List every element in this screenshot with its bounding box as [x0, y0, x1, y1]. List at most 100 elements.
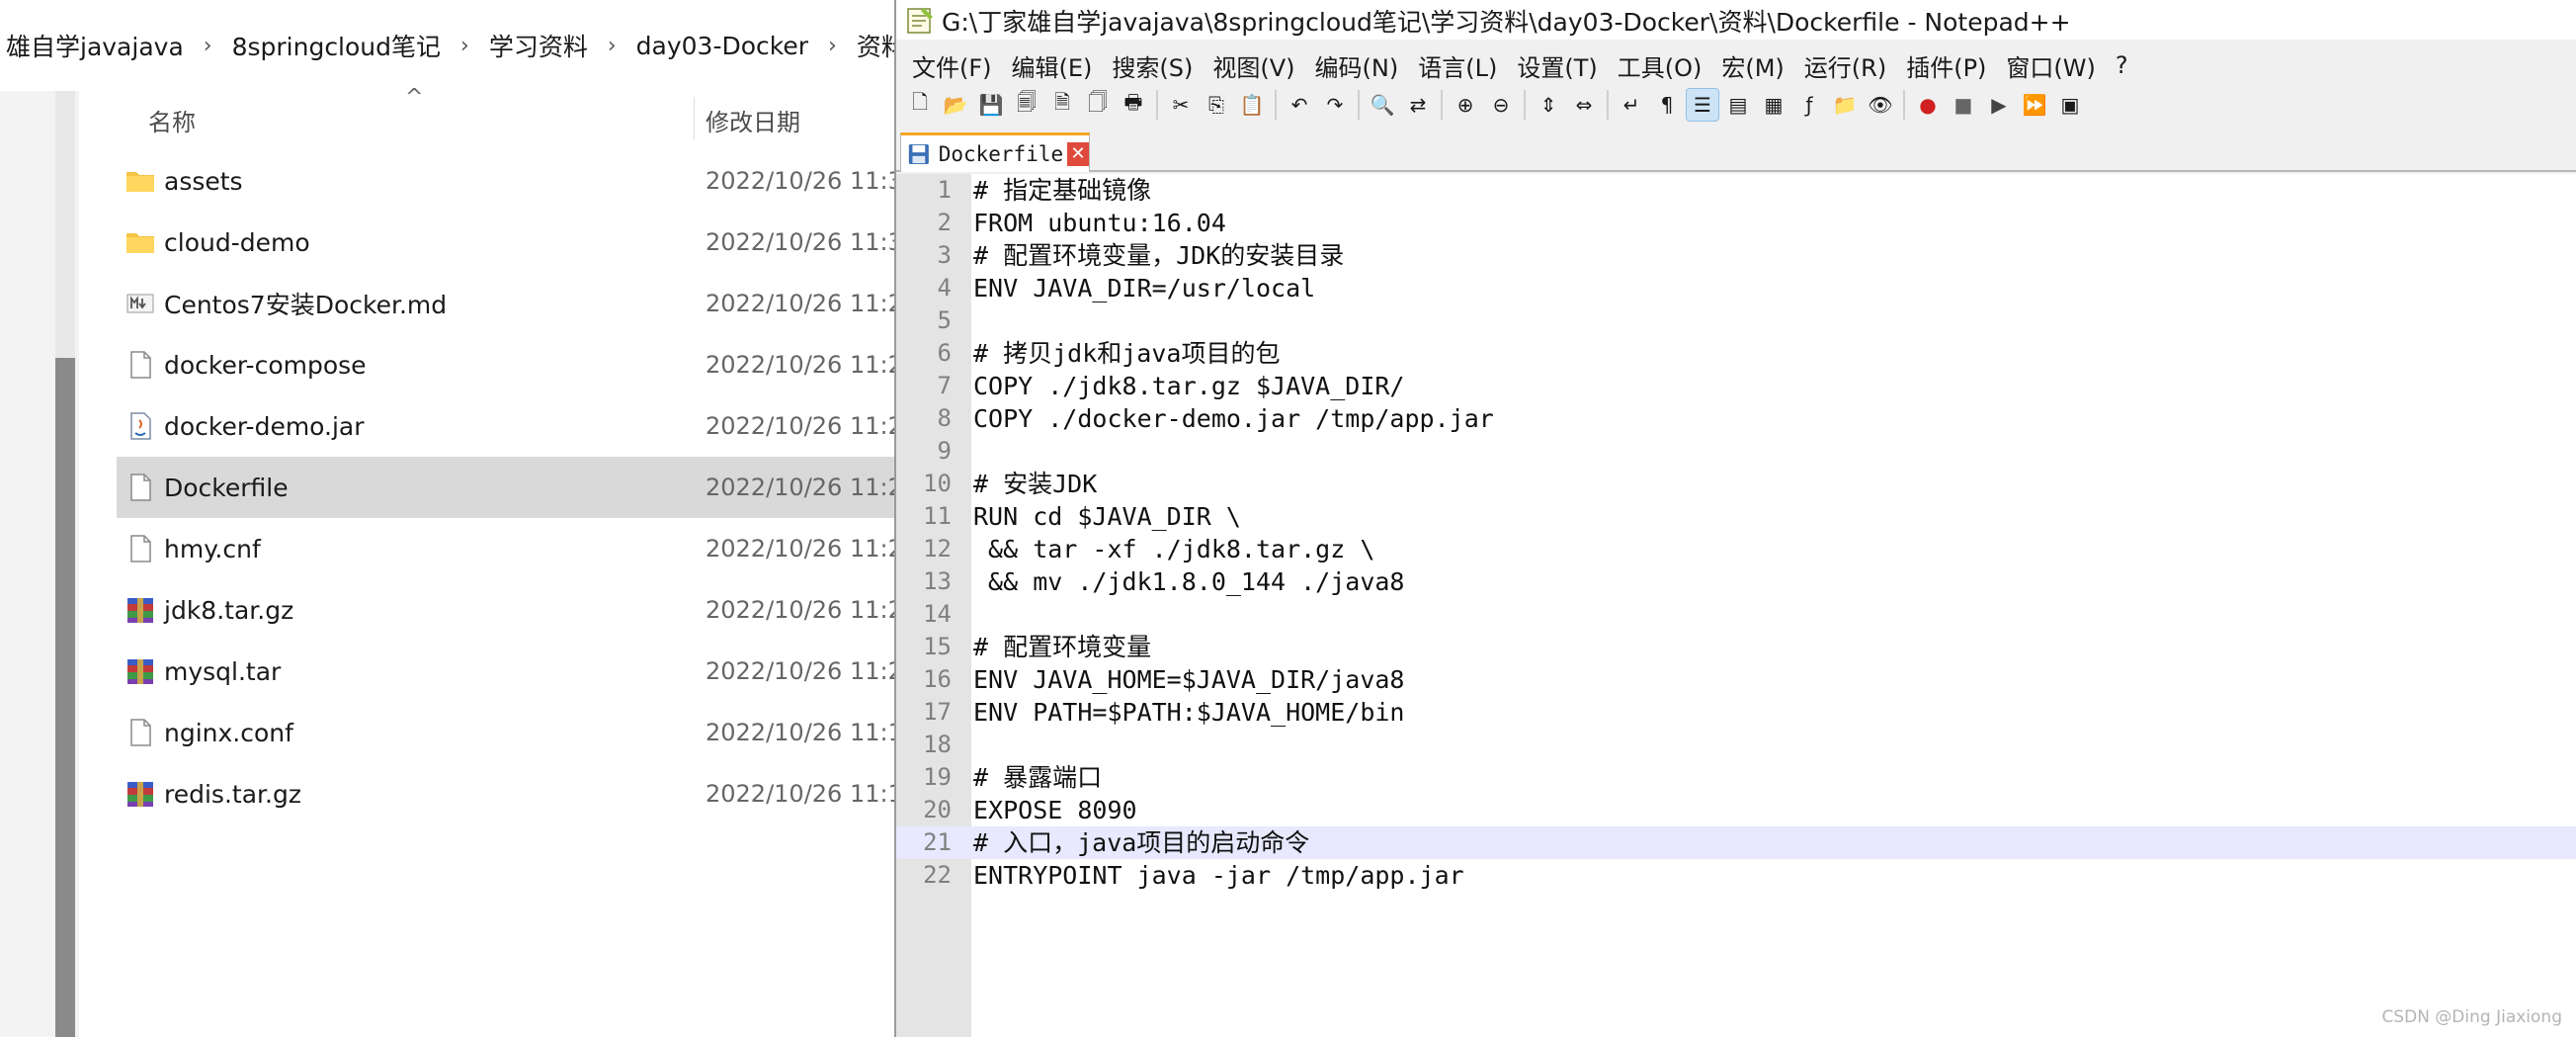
- user-language-icon[interactable]: ▤: [1722, 89, 1754, 121]
- save-icon[interactable]: 💾: [975, 89, 1007, 121]
- code-line[interactable]: 16 ENV JAVA_HOME=$JAVA_DIR/java8: [896, 663, 2576, 696]
- column-header-modified[interactable]: 修改日期: [706, 103, 800, 137]
- file-row[interactable]: redis.tar.gz 2022/10/26 11:1: [117, 763, 894, 824]
- code-line[interactable]: 19 # 暴露端口: [896, 761, 2576, 794]
- menu-item[interactable]: 运行(R): [1796, 48, 1898, 83]
- menu-item[interactable]: 语言(L): [1410, 48, 1509, 83]
- column-header-name[interactable]: 名称: [148, 103, 196, 137]
- chevron-right-icon[interactable]: ›: [190, 34, 226, 58]
- menu-item[interactable]: 视图(V): [1205, 48, 1306, 83]
- code-line[interactable]: 3 # 配置环境变量，JDK的安装目录: [896, 239, 2576, 272]
- file-row[interactable]: Centos7安装Docker.md 2022/10/26 11:2: [117, 273, 894, 334]
- code-editor[interactable]: 1 # 指定基础镜像 2 FROM ubuntu:16.04 3 # 配置环境变量，JDK…: [896, 174, 2576, 1037]
- sync-horizontal-icon[interactable]: ⇔: [1568, 89, 1600, 121]
- indent-guide-icon[interactable]: ☰: [1686, 88, 1719, 122]
- line-number: 11: [923, 502, 952, 530]
- code-line[interactable]: 22 ENTRYPOINT java -jar /tmp/app.jar: [896, 859, 2576, 892]
- code-line[interactable]: 6 # 拷贝jdk和java项目的包: [896, 337, 2576, 370]
- tab-dockerfile[interactable]: Dockerfile ✕: [900, 132, 1090, 172]
- stop-macro-icon[interactable]: ■: [1948, 89, 1979, 121]
- column-divider[interactable]: [694, 97, 695, 140]
- play-macro-icon[interactable]: ▶: [1983, 89, 2015, 121]
- code-line[interactable]: 15 # 配置环境变量: [896, 631, 2576, 663]
- close-tab-icon[interactable]: ✕: [1067, 141, 1089, 166]
- menu-item[interactable]: ?: [2108, 51, 2140, 79]
- file-row[interactable]: cloud-demo 2022/10/26 11:3: [117, 212, 894, 273]
- record-macro-icon[interactable]: ●: [1912, 89, 1944, 121]
- menu-item[interactable]: 编码(N): [1307, 48, 1411, 83]
- code-line[interactable]: 18: [896, 729, 2576, 761]
- file-row[interactable]: nginx.conf 2022/10/26 11:1: [117, 702, 894, 763]
- sync-vertical-icon[interactable]: ⇕: [1533, 89, 1564, 121]
- menu-item[interactable]: 编辑(E): [1004, 48, 1105, 83]
- save-all-icon[interactable]: 🗐: [1011, 89, 1042, 121]
- redo-icon[interactable]: ↷: [1319, 89, 1351, 121]
- zoom-in-icon[interactable]: ⊕: [1450, 89, 1481, 121]
- code-line[interactable]: 7 COPY ./jdk8.tar.gz $JAVA_DIR/: [896, 370, 2576, 402]
- run-macro-multiple-icon[interactable]: ⏩: [2019, 89, 2050, 121]
- code-line[interactable]: 17 ENV PATH=$PATH:$JAVA_HOME/bin: [896, 696, 2576, 729]
- code-line-text: # 暴露端口: [973, 763, 1103, 792]
- document-map-icon[interactable]: ▦: [1758, 89, 1789, 121]
- file-row[interactable]: assets 2022/10/26 11:3: [117, 150, 894, 212]
- open-file-icon[interactable]: 📂: [940, 89, 971, 121]
- monitoring-icon[interactable]: 👁: [1865, 89, 1896, 121]
- show-all-characters-icon[interactable]: ¶: [1651, 89, 1683, 121]
- find-icon[interactable]: 🔍: [1367, 89, 1398, 121]
- breadcrumb-item[interactable]: 资料: [851, 28, 894, 63]
- file-row[interactable]: docker-demo.jar 2022/10/26 11:2: [117, 395, 894, 457]
- chevron-right-icon[interactable]: ›: [594, 34, 630, 58]
- code-line[interactable]: 5: [896, 304, 2576, 337]
- code-line[interactable]: 11 RUN cd $JAVA_DIR \: [896, 500, 2576, 533]
- menu-item[interactable]: 设置(T): [1509, 48, 1609, 83]
- breadcrumb-item[interactable]: day03-Docker: [630, 32, 814, 60]
- navigation-scrollbar-thumb[interactable]: [55, 358, 75, 1037]
- breadcrumb-item[interactable]: 学习资料: [483, 28, 594, 63]
- line-number: 12: [923, 535, 952, 562]
- code-line[interactable]: 10 # 安装JDK: [896, 468, 2576, 500]
- code-line[interactable]: 1 # 指定基础镜像: [896, 174, 2576, 207]
- code-line[interactable]: 20 EXPOSE 8090: [896, 794, 2576, 826]
- file-name: assets: [164, 166, 243, 196]
- paste-icon[interactable]: 📋: [1236, 89, 1268, 121]
- file-row[interactable]: Dockerfile 2022/10/26 11:2: [117, 457, 894, 518]
- undo-icon[interactable]: ↶: [1284, 89, 1315, 121]
- function-list-icon[interactable]: ƒ: [1793, 89, 1825, 121]
- code-line[interactable]: 2 FROM ubuntu:16.04: [896, 207, 2576, 239]
- replace-icon[interactable]: ⇄: [1402, 89, 1434, 121]
- menu-item[interactable]: 文件(F): [904, 48, 1004, 83]
- print-icon[interactable]: 🖶: [1118, 89, 1149, 121]
- menu-item[interactable]: 工具(O): [1610, 48, 1714, 83]
- close-file-icon[interactable]: 🗎: [1046, 89, 1078, 121]
- code-line[interactable]: 13 && mv ./jdk1.8.0_144 ./java8: [896, 565, 2576, 598]
- file-row[interactable]: jdk8.tar.gz 2022/10/26 11:2: [117, 579, 894, 641]
- copy-icon[interactable]: ⎘: [1201, 89, 1232, 121]
- cut-icon[interactable]: ✂: [1165, 89, 1197, 121]
- code-line[interactable]: 21 # 入口，java项目的启动命令: [896, 826, 2576, 859]
- file-row[interactable]: hmy.cnf 2022/10/26 11:2: [117, 518, 894, 579]
- code-line[interactable]: 14: [896, 598, 2576, 631]
- code-line[interactable]: 8 COPY ./docker-demo.jar /tmp/app.jar: [896, 402, 2576, 435]
- new-file-icon[interactable]: 🗋: [904, 89, 936, 121]
- file-row[interactable]: mysql.tar 2022/10/26 11:2: [117, 641, 894, 702]
- menu-item[interactable]: 窗口(W): [1998, 48, 2107, 83]
- word-wrap-icon[interactable]: ↵: [1616, 89, 1647, 121]
- close-all-icon[interactable]: 🗍: [1082, 89, 1114, 121]
- code-line[interactable]: 4 ENV JAVA_DIR=/usr/local: [896, 272, 2576, 304]
- folder-as-workspace-icon[interactable]: 📁: [1829, 89, 1861, 121]
- file-row[interactable]: docker-compose 2022/10/26 11:2: [117, 334, 894, 395]
- title-bar[interactable]: G:\丁家雄自学javajava\8springcloud笔记\学习资料\day…: [896, 0, 2576, 40]
- zoom-out-icon[interactable]: ⊖: [1485, 89, 1517, 121]
- code-line[interactable]: 12 && tar -xf ./jdk8.tar.gz \: [896, 533, 2576, 565]
- chevron-right-icon[interactable]: ›: [814, 34, 851, 58]
- menu-item[interactable]: 插件(P): [1898, 48, 1998, 83]
- window-title: G:\丁家雄自学javajava\8springcloud笔记\学习资料\day…: [942, 8, 2071, 37]
- breadcrumb-item[interactable]: 雄自学javajava: [0, 28, 190, 63]
- menu-item[interactable]: 宏(M): [1713, 48, 1795, 83]
- chevron-right-icon[interactable]: ›: [447, 34, 483, 58]
- toolbar-separator: [1607, 90, 1609, 120]
- code-line[interactable]: 9: [896, 435, 2576, 468]
- breadcrumb-item[interactable]: 8springcloud笔记: [226, 28, 447, 63]
- save-macro-icon[interactable]: ▣: [2054, 89, 2086, 121]
- menu-item[interactable]: 搜索(S): [1104, 48, 1205, 83]
